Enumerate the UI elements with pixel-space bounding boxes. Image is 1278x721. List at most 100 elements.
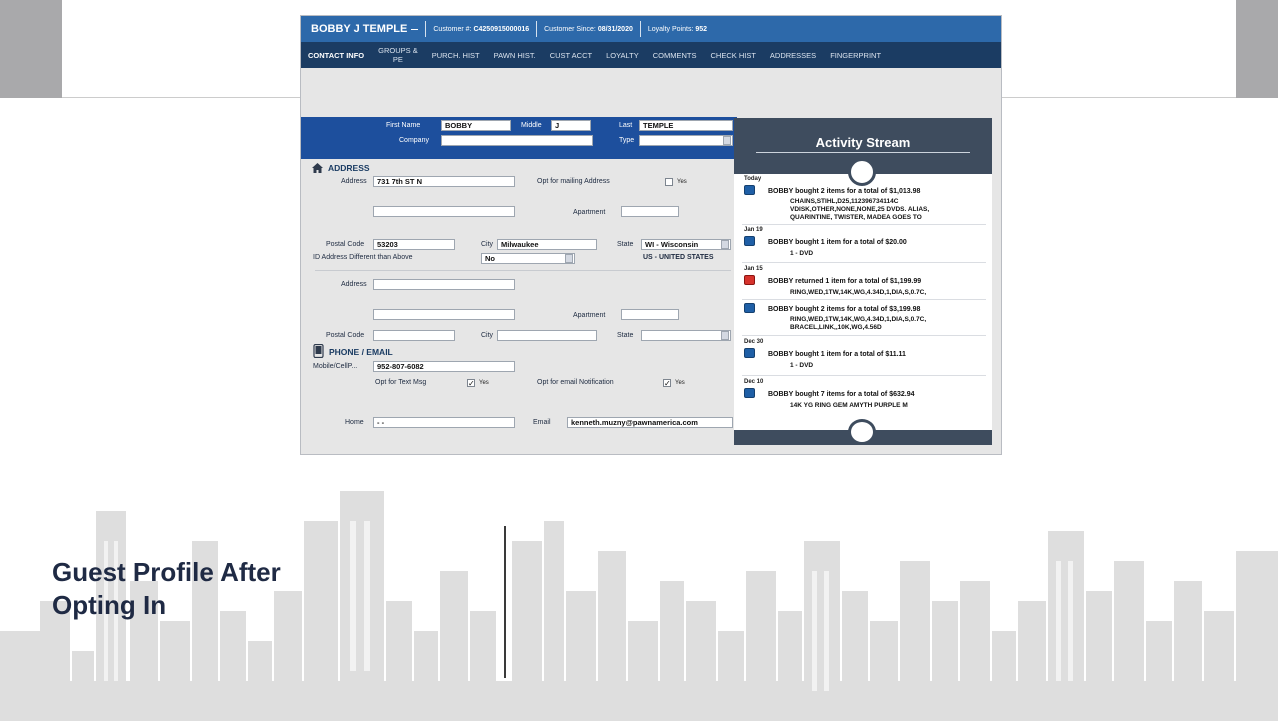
activity-item-detail: 1 - DVD [790, 250, 814, 257]
tab-contact-info[interactable]: CONTACT INFO [301, 51, 371, 64]
tab-pawn-history[interactable]: PAWN HIST. [487, 51, 543, 60]
opt-email-yes-label: Yes [675, 380, 685, 386]
id-address-different-label: ID Address Different than Above [313, 254, 413, 261]
activity-item-detail: 14K YG RING GEM AMYTH PURPLE M [790, 402, 908, 409]
second-address-label: Address [341, 281, 367, 288]
city-field[interactable]: Milwaukee [497, 239, 597, 250]
opt-mailing-label: Opt for mailing Address [537, 178, 610, 185]
purchase-bag-icon [744, 303, 755, 313]
id-address-different-select[interactable]: No [481, 253, 575, 264]
mobile-phone-field[interactable]: 952-807-6082 [373, 361, 515, 372]
activity-item-detail: CHAINS,STIHL,D25,112396734114C VDISK,OTH… [790, 198, 930, 221]
purchase-bag-icon [744, 185, 755, 195]
country-value: US - UNITED STATES [643, 254, 714, 261]
tab-loyalty[interactable]: LOYALTY [599, 51, 646, 60]
slide-title-line-2: Opting In [52, 590, 167, 620]
address-line2-field[interactable] [373, 206, 515, 217]
slide: Guest Profile After Opting In BOBBY J TE… [0, 0, 1278, 721]
postal-code-field[interactable]: 53203 [373, 239, 455, 250]
opt-email-checkbox[interactable]: ✓ [663, 379, 671, 388]
activity-item-title[interactable]: BOBBY bought 2 items for a total of $1,0… [768, 188, 920, 195]
slide-title: Guest Profile After Opting In [52, 556, 281, 622]
address-label: Address [341, 178, 367, 185]
corner-accent-right [1236, 0, 1278, 98]
activity-stream-footer [734, 419, 992, 445]
company-field[interactable] [441, 135, 593, 146]
apartment-label: Apartment [573, 209, 606, 216]
state-dropdown-button[interactable] [721, 240, 729, 249]
customer-since: Customer Since: 08/31/2020 [544, 25, 633, 33]
activity-item-title[interactable]: BOBBY bought 2 items for a total of $3,1… [768, 306, 920, 313]
opt-text-yes-label: Yes [479, 380, 489, 386]
state-label: State [617, 241, 634, 248]
purchase-bag-icon [744, 348, 755, 358]
tab-comments[interactable]: COMMENTS [646, 51, 704, 60]
title-divider [504, 526, 506, 678]
tab-customer-account[interactable]: CUST ACCT [543, 51, 599, 60]
home-phone-field[interactable]: - - [373, 417, 515, 428]
city-label: City [481, 241, 494, 248]
activity-item-title[interactable]: BOBBY returned 1 item for a total of $1,… [768, 278, 921, 285]
second-postal-code-field[interactable] [373, 330, 455, 341]
address-section-heading: ADDRESS [328, 163, 370, 173]
home-phone-label: Home [345, 419, 364, 426]
activity-item-detail: RING,WED,1TW,14K,WG,4.34D,1,DIA,S,0.7C, … [790, 316, 927, 331]
first-name-label: First Name [386, 122, 421, 129]
company-label: Company [399, 137, 429, 144]
scroll-up-knob[interactable] [848, 158, 876, 186]
house-icon [312, 163, 323, 173]
second-address-line1-field[interactable] [373, 279, 515, 290]
address-line1-field[interactable]: 731 7th ST N [373, 176, 515, 187]
second-state-dropdown-button[interactable] [721, 331, 729, 340]
day-label-jan-19: Jan 19 [744, 227, 763, 233]
customer-number: Customer #: C4250915000016 [433, 25, 530, 33]
last-name-field[interactable]: TEMPLE [639, 120, 733, 131]
second-state-label: State [617, 332, 634, 339]
tab-check-history[interactable]: CHECK HIST [704, 51, 763, 60]
day-label-today: Today [744, 176, 762, 182]
slide-title-line-1: Guest Profile After [52, 557, 281, 587]
postal-code-label: Postal Code [326, 241, 365, 248]
last-name-label: Last [619, 122, 633, 129]
first-name-field[interactable]: BOBBY [441, 120, 511, 131]
opt-mailing-checkbox[interactable] [665, 178, 673, 186]
tab-addresses[interactable]: ADDRESSES [763, 51, 823, 60]
tab-fingerprint[interactable]: FINGERPRINT [823, 51, 888, 60]
day-label-dec-30: Dec 30 [744, 339, 764, 345]
tab-purchase-history[interactable]: PURCH. HIST [425, 51, 487, 60]
phone-email-section-heading: PHONE / EMAIL [329, 347, 393, 357]
second-state-select[interactable] [641, 330, 731, 341]
type-dropdown-button[interactable] [723, 136, 731, 145]
customer-header-bar: BOBBY J TEMPLE Customer #: C425091500001… [301, 16, 1001, 42]
apartment-field[interactable] [621, 206, 679, 217]
middle-name-field[interactable]: J [551, 120, 591, 131]
activity-stream-title: Activity Stream [815, 135, 911, 150]
customer-profile-window: BOBBY J TEMPLE Customer #: C425091500001… [300, 15, 1002, 455]
purchase-bag-icon [744, 236, 755, 246]
activity-item-title[interactable]: BOBBY bought 7 items for a total of $632… [768, 391, 915, 398]
second-postal-code-label: Postal Code [326, 332, 365, 339]
day-label-jan-15: Jan 15 [744, 266, 763, 272]
second-apartment-field[interactable] [621, 309, 679, 320]
phone-icon [313, 344, 324, 358]
activity-item-title[interactable]: BOBBY bought 1 item for a total of $20.0… [768, 239, 907, 246]
opt-text-label: Opt for Text Msg [375, 379, 427, 386]
scroll-down-knob[interactable] [848, 419, 876, 445]
id-address-dropdown-button[interactable] [565, 254, 573, 263]
loyalty-points: Loyalty Points: 952 [647, 25, 708, 33]
day-label-dec-10: Dec 10 [744, 379, 764, 385]
activity-item-detail: 1 - DVD [790, 362, 814, 369]
activity-item-title[interactable]: BOBBY bought 1 item for a total of $11.1… [768, 351, 906, 358]
tab-groups-pe[interactable]: GROUPS & PE [371, 46, 425, 64]
opt-text-checkbox[interactable]: ✓ [467, 379, 475, 388]
second-city-label: City [481, 332, 494, 339]
return-arrow-icon [744, 275, 755, 285]
type-select[interactable] [639, 135, 733, 146]
second-apartment-label: Apartment [573, 312, 606, 319]
second-address-line2-field[interactable] [373, 309, 515, 320]
purchase-bag-icon [744, 388, 755, 398]
type-label: Type [619, 137, 635, 144]
state-select[interactable]: WI - Wisconsin [641, 239, 731, 250]
email-field[interactable]: kenneth.muzny@pawnamerica.com [567, 417, 733, 428]
second-city-field[interactable] [497, 330, 597, 341]
